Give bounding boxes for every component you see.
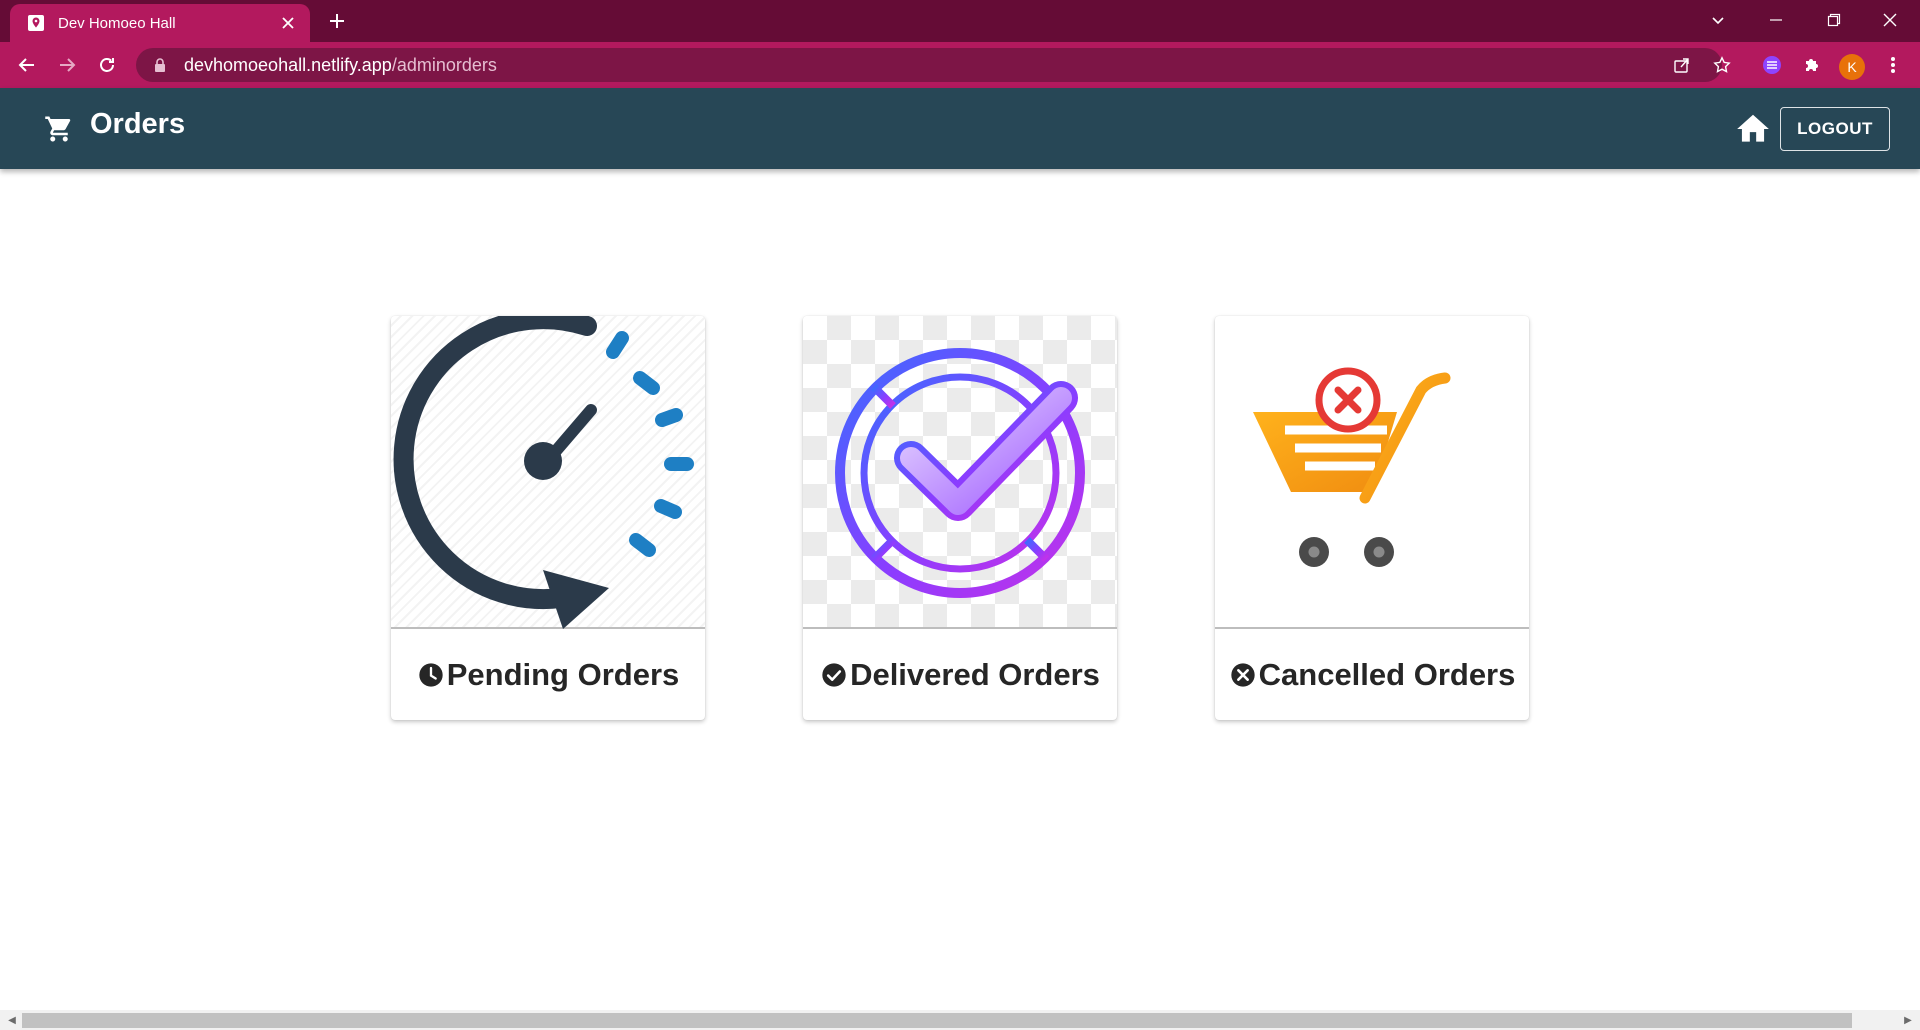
cancelled-cart-illustration-icon bbox=[1253, 367, 1451, 567]
home-icon[interactable] bbox=[1734, 110, 1772, 148]
scrollbar-thumb[interactable] bbox=[22, 1013, 1852, 1028]
profile-avatar[interactable]: K bbox=[1839, 54, 1865, 80]
restore-button[interactable] bbox=[1806, 0, 1862, 40]
delivered-orders-caption: Delivered Orders bbox=[803, 629, 1117, 720]
browser-window: Dev Homoeo Hall devhomoeohall.netlify.ap… bbox=[0, 0, 1920, 1030]
app-header: Orders LOGOUT bbox=[0, 88, 1920, 169]
pending-orders-caption: Pending Orders bbox=[391, 629, 705, 720]
browser-toolbar: devhomoeohall.netlify.app/adminorders bbox=[0, 42, 1920, 88]
scroll-left-arrow-icon[interactable]: ◀ bbox=[2, 1010, 22, 1030]
cancelled-orders-image bbox=[1215, 316, 1529, 629]
menu-kebab-icon[interactable] bbox=[1878, 50, 1908, 80]
check-circle-icon bbox=[822, 662, 846, 687]
clock-icon bbox=[419, 662, 443, 687]
pending-orders-image bbox=[391, 316, 705, 629]
stopwatch-illustration-icon bbox=[393, 316, 694, 629]
minimize-button[interactable] bbox=[1748, 0, 1804, 40]
new-tab-button[interactable] bbox=[322, 6, 352, 36]
lock-icon bbox=[152, 57, 168, 73]
check-badge-illustration-icon bbox=[835, 348, 1085, 598]
cancelled-orders-card[interactable]: Cancelled Orders bbox=[1215, 316, 1529, 720]
cancelled-orders-caption: Cancelled Orders bbox=[1215, 629, 1529, 720]
page-title: Orders bbox=[90, 108, 186, 140]
delivered-orders-card[interactable]: Delivered Orders bbox=[803, 316, 1117, 720]
reload-icon[interactable] bbox=[92, 50, 122, 80]
pending-orders-label: Pending Orders bbox=[446, 656, 680, 692]
cancel-circle-icon bbox=[1230, 662, 1255, 687]
puzzle-extensions-icon[interactable] bbox=[1797, 50, 1827, 80]
back-arrow-icon[interactable] bbox=[12, 50, 42, 80]
close-window-button[interactable] bbox=[1862, 0, 1918, 40]
delivered-orders-label: Delivered Orders bbox=[850, 656, 1100, 692]
tab-close-icon[interactable] bbox=[278, 13, 298, 33]
horizontal-scrollbar[interactable]: ◀ ▶ bbox=[0, 1010, 1920, 1030]
url-path: /adminorders bbox=[391, 54, 497, 75]
address-bar[interactable]: devhomoeohall.netlify.app/adminorders bbox=[136, 48, 1722, 82]
tab-title: Dev Homoeo Hall bbox=[58, 14, 176, 32]
pending-orders-card[interactable]: Pending Orders bbox=[391, 316, 705, 720]
shopping-cart-icon bbox=[45, 116, 71, 142]
bookmark-star-icon[interactable] bbox=[1707, 50, 1737, 80]
tab-search-chevron-down-icon[interactable] bbox=[1690, 0, 1746, 40]
forward-arrow-icon[interactable] bbox=[52, 50, 82, 80]
browser-tab[interactable]: Dev Homoeo Hall bbox=[10, 4, 310, 42]
delivered-orders-image bbox=[803, 316, 1117, 629]
url-host: devhomoeohall.netlify.app bbox=[184, 54, 392, 75]
logout-button[interactable]: LOGOUT bbox=[1780, 107, 1890, 151]
tab-strip: Dev Homoeo Hall bbox=[0, 0, 1920, 42]
site-favicon-icon bbox=[26, 13, 46, 33]
scroll-right-arrow-icon[interactable]: ▶ bbox=[1898, 1010, 1918, 1030]
extension-icon[interactable] bbox=[1757, 50, 1787, 80]
cancelled-orders-label: Cancelled Orders bbox=[1258, 656, 1516, 692]
share-icon[interactable] bbox=[1667, 50, 1697, 80]
